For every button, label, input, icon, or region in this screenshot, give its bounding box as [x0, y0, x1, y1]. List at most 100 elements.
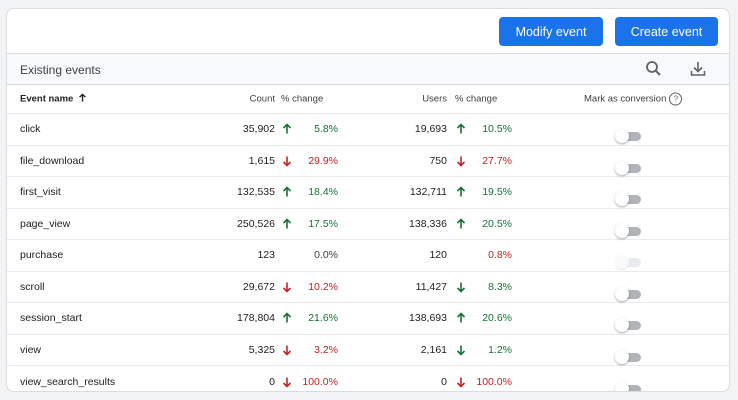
users-change: 19.5%	[455, 186, 512, 198]
table-row[interactable]: view_search_results 0 100.0% 0 100.0%	[7, 366, 729, 391]
event-count: 0	[269, 375, 275, 388]
change-value: 8.3%	[488, 280, 512, 293]
arrow-up-icon	[456, 123, 466, 134]
change-value: 19.5%	[482, 186, 512, 199]
column-header-users-change[interactable]: % change	[455, 94, 515, 105]
arrow-down-icon	[456, 156, 466, 167]
users-change: 8.3%	[455, 281, 512, 293]
column-header-event-name[interactable]: Event name	[20, 93, 87, 105]
change-value: 27.7%	[482, 154, 512, 167]
search-icon[interactable]	[644, 59, 664, 79]
download-icon[interactable]	[688, 59, 708, 79]
users-change: 100.0%	[455, 376, 512, 388]
action-bar: Modify event Create event	[7, 9, 729, 54]
event-name[interactable]: first_visit	[20, 186, 61, 198]
event-count: 35,902	[242, 123, 275, 136]
change-value: 100.0%	[302, 375, 338, 388]
event-count: 29,672	[242, 280, 275, 293]
toggle-knob	[615, 192, 629, 207]
users-count: 0	[441, 375, 447, 388]
help-icon[interactable]: ?	[669, 92, 683, 106]
table-row[interactable]: purchase 123 0.0% 120 0.8%	[7, 240, 729, 272]
change-value: 21.6%	[308, 312, 338, 325]
section-title: Existing events	[20, 63, 101, 77]
users-count: 750	[429, 154, 447, 167]
event-name[interactable]: scroll	[20, 281, 45, 293]
count-change: 0.0%	[281, 249, 338, 261]
arrow-up-icon	[456, 218, 466, 229]
table-body: click 35,902 5.8% 19,693 10.5% file_down…	[7, 114, 729, 391]
change-value: 1.2%	[488, 343, 512, 356]
event-name[interactable]: page_view	[20, 218, 70, 230]
toggle-knob	[615, 160, 629, 175]
arrow-up-icon	[282, 218, 292, 229]
toggle-knob	[615, 223, 629, 238]
arrow-down-icon	[282, 156, 292, 167]
table-row[interactable]: session_start 178,804 21.6% 138,693 20.6…	[7, 303, 729, 335]
users-count: 132,711	[409, 186, 447, 199]
users-count: 138,336	[409, 217, 447, 230]
event-count: 1,615	[248, 154, 275, 167]
toggle-knob	[615, 286, 629, 301]
change-value: 20.5%	[482, 217, 512, 230]
users-change: 20.5%	[455, 218, 512, 230]
count-change: 18.4%	[281, 186, 338, 198]
modify-event-button[interactable]: Modify event	[499, 17, 603, 46]
toggle-knob	[615, 381, 629, 391]
count-change: 21.6%	[281, 312, 338, 324]
event-name[interactable]: click	[20, 123, 40, 135]
toggle-knob	[615, 318, 629, 333]
arrow-down-icon	[456, 282, 466, 293]
users-change: 27.7%	[455, 155, 512, 167]
change-value: 10.5%	[482, 123, 512, 136]
events-table: Event name Count % change Users % change…	[7, 85, 729, 391]
users-change: 1.2%	[455, 344, 512, 356]
table-row[interactable]: page_view 250,526 17.5% 138,336 20.5%	[7, 209, 729, 240]
change-value: 10.2%	[308, 280, 338, 293]
change-value: 17.5%	[308, 217, 338, 230]
create-event-button[interactable]: Create event	[615, 17, 718, 46]
table-row[interactable]: view 5,325 3.2% 2,161 1.2%	[7, 335, 729, 366]
table-row[interactable]: first_visit 132,535 18.4% 132,711 19.5%	[7, 177, 729, 209]
count-change: 29.9%	[281, 155, 338, 167]
arrow-up-icon	[282, 123, 292, 134]
event-count: 123	[257, 249, 275, 262]
table-row[interactable]: scroll 29,672 10.2% 11,427 8.3%	[7, 272, 729, 303]
arrow-down-icon	[282, 377, 292, 388]
column-header-count[interactable]: Count	[250, 94, 275, 105]
event-name[interactable]: file_download	[20, 155, 84, 167]
column-header-count-change[interactable]: % change	[281, 94, 341, 105]
count-change: 10.2%	[281, 281, 338, 293]
table-row[interactable]: file_download 1,615 29.9% 750 27.7%	[7, 146, 729, 177]
count-change: 5.8%	[281, 123, 338, 135]
sort-ascending-icon	[79, 93, 86, 102]
table-toolbar: Existing events	[7, 54, 729, 85]
users-count: 2,161	[420, 343, 447, 356]
users-count: 19,693	[414, 123, 447, 136]
event-name[interactable]: purchase	[20, 249, 63, 261]
event-count: 5,325	[248, 343, 275, 356]
toggle-knob	[615, 255, 629, 270]
column-header-conversion: Mark as conversion ?	[584, 92, 683, 106]
users-change: 20.6%	[455, 312, 512, 324]
toggle-knob	[615, 129, 629, 144]
users-count: 138,693	[409, 312, 447, 325]
users-change: 10.5%	[455, 123, 512, 135]
arrow-down-icon	[456, 377, 466, 388]
arrow-up-icon	[456, 312, 466, 323]
toggle-knob	[615, 349, 629, 364]
change-value: 5.8%	[314, 123, 338, 136]
event-count: 250,526	[237, 217, 275, 230]
event-name[interactable]: view	[20, 344, 41, 356]
count-change: 17.5%	[281, 218, 338, 230]
event-name[interactable]: session_start	[20, 312, 82, 324]
column-header-users[interactable]: Users	[422, 94, 447, 105]
table-row[interactable]: click 35,902 5.8% 19,693 10.5%	[7, 114, 729, 146]
events-card: Modify event Create event Existing event…	[6, 8, 730, 392]
event-name[interactable]: view_search_results	[20, 376, 115, 388]
arrow-down-icon	[282, 345, 292, 356]
table-header: Event name Count % change Users % change…	[7, 85, 729, 114]
change-value: 29.9%	[308, 154, 338, 167]
change-value: 3.2%	[314, 343, 338, 356]
change-value: 0.8%	[488, 249, 512, 262]
